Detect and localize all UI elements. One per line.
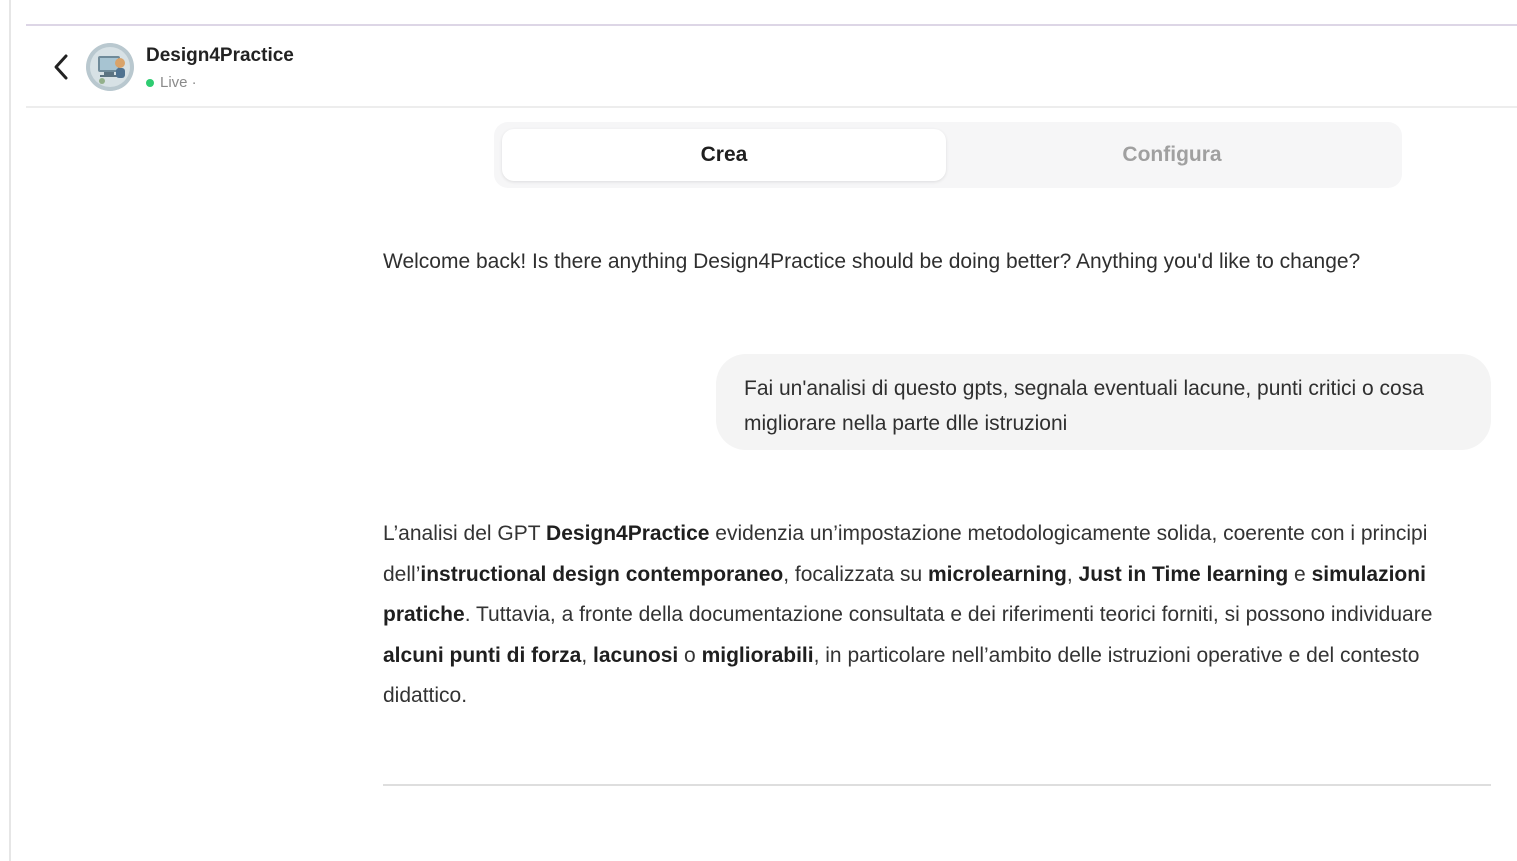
reply-text-segment: , bbox=[1066, 562, 1079, 586]
reply-text-segment: , focalizzata su bbox=[783, 562, 928, 586]
reply-text-segment: o bbox=[678, 643, 702, 667]
back-button[interactable] bbox=[46, 50, 76, 84]
reply-bold-segment: lacunosi bbox=[593, 643, 679, 667]
chevron-left-icon bbox=[54, 54, 68, 80]
status-indicator: Live · bbox=[146, 74, 197, 91]
tab-configura[interactable]: Configura bbox=[950, 129, 1394, 181]
reply-bold-segment: Just in Time learning bbox=[1078, 562, 1289, 586]
reply-text-segment: L’analisi del GPT bbox=[383, 522, 547, 545]
gpt-builder-window: Design4Practice Live · Crea Configura We… bbox=[0, 0, 1517, 861]
reply-bold-segment: microlearning bbox=[927, 562, 1067, 586]
live-status-dot-icon bbox=[146, 78, 154, 87]
status-label: Live · bbox=[160, 74, 197, 91]
tab-crea[interactable]: Crea bbox=[502, 129, 946, 181]
builder-tabs: Crea Configura bbox=[494, 122, 1402, 188]
reply-text-segment: . Tuttavia, a fronte della documentazion… bbox=[464, 603, 1433, 626]
gpt-avatar-image bbox=[86, 43, 134, 91]
reply-bold-segment: Design4Practice bbox=[546, 522, 710, 545]
left-border bbox=[9, 0, 11, 861]
message-divider bbox=[383, 784, 1491, 786]
reply-text-segment: e bbox=[1288, 562, 1312, 586]
reply-bold-segment: migliorabili bbox=[701, 643, 814, 667]
assistant-welcome-message: Welcome back! Is there anything Design4P… bbox=[383, 250, 1361, 273]
user-message-bubble: Fai un'analisi di questo gpts, segnala e… bbox=[716, 354, 1491, 450]
reply-bold-segment: alcuni punti di forza bbox=[383, 643, 582, 667]
gpt-name: Design4Practice bbox=[146, 45, 294, 66]
reply-text-segment: , bbox=[581, 643, 594, 667]
header-bar: Design4Practice Live · bbox=[26, 26, 1517, 108]
reply-bold-segment: instructional design contemporaneo bbox=[420, 562, 784, 586]
assistant-reply-message: L’analisi del GPT Design4Practice eviden… bbox=[383, 514, 1483, 717]
